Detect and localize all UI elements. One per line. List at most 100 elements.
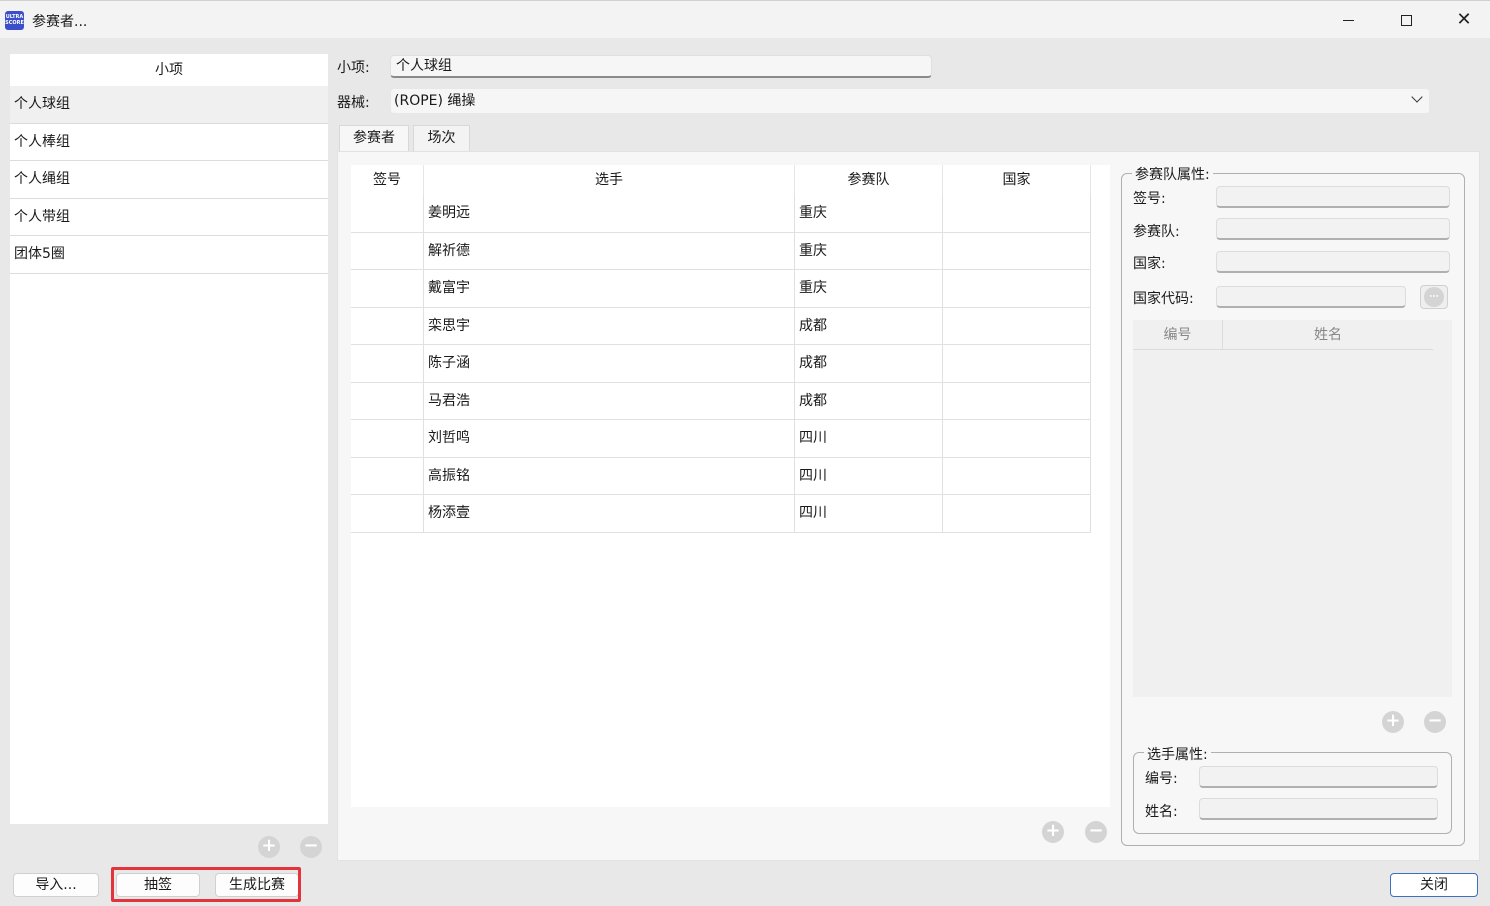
events-list-item[interactable]: 个人棒组 — [10, 123, 328, 161]
table-header: 签号 选手 参赛队 国家 — [351, 165, 1091, 195]
cell-draw-number — [351, 270, 424, 307]
maximize-button[interactable] — [1378, 1, 1434, 39]
event-name-input[interactable]: 个人球组 — [390, 55, 932, 78]
cell-draw-number — [351, 457, 424, 495]
athlete-name-label: 姓名: — [1145, 804, 1178, 820]
events-list: 小项 个人球组 个人棒组 个人绳组 个人带组 团体5圈 — [10, 54, 328, 824]
cell-team: 四川 — [795, 420, 943, 457]
cell-country — [943, 382, 1091, 420]
team-input[interactable] — [1216, 218, 1450, 240]
maximize-icon — [1400, 14, 1412, 26]
cell-draw-number — [351, 420, 424, 457]
cell-athlete: 陈子涵 — [424, 345, 795, 382]
cell-country — [943, 232, 1091, 270]
table-row[interactable]: 栾思宇 成都 — [351, 307, 1091, 345]
table-row[interactable]: 高振铭 四川 — [351, 457, 1091, 495]
column-header-member-number[interactable]: 编号 — [1133, 320, 1223, 350]
column-header-draw-number[interactable]: 签号 — [351, 165, 424, 195]
column-header-team[interactable]: 参赛队 — [795, 165, 943, 195]
add-participant-button[interactable] — [1042, 821, 1064, 843]
event-label: 小项: — [337, 60, 370, 76]
cell-team: 重庆 — [795, 270, 943, 307]
events-list-item[interactable]: 团体5圈 — [10, 236, 328, 274]
athlete-name-input[interactable] — [1199, 798, 1438, 820]
cell-team: 成都 — [795, 307, 943, 345]
table-row[interactable]: 陈子涵 成都 — [351, 345, 1091, 383]
athlete-properties-group — [1133, 752, 1452, 834]
table-row[interactable]: 刘哲鸣 四川 — [351, 420, 1091, 458]
athlete-number-input[interactable] — [1199, 766, 1438, 788]
events-list-item[interactable]: 个人绳组 — [10, 161, 328, 199]
column-header-athlete[interactable]: 选手 — [424, 165, 795, 195]
app-logo-text: ULTRA SCORE — [5, 14, 24, 26]
app-logo-icon: ULTRA SCORE — [5, 11, 24, 30]
cell-team: 重庆 — [795, 232, 943, 270]
cell-country — [943, 195, 1091, 232]
cell-athlete: 刘哲鸣 — [424, 420, 795, 457]
close-window-button[interactable]: ✕ — [1436, 1, 1490, 39]
window-title: 参赛者... — [32, 14, 88, 30]
cell-athlete: 戴富宇 — [424, 270, 795, 307]
team-label: 参赛队: — [1133, 224, 1180, 240]
athlete-properties-title: 选手属性: — [1144, 744, 1211, 764]
cell-draw-number — [351, 345, 424, 382]
table-row[interactable]: 姜明远 重庆 — [351, 195, 1091, 233]
tab-sessions[interactable]: 场次 — [413, 125, 470, 152]
country-code-browse-button[interactable] — [1420, 285, 1448, 309]
events-list-item[interactable]: 个人带组 — [10, 198, 328, 236]
events-list-item[interactable]: 个人球组 — [10, 86, 328, 124]
draw-number-input[interactable] — [1216, 186, 1450, 208]
cell-draw-number — [351, 382, 424, 420]
remove-event-button[interactable] — [300, 836, 322, 858]
apparatus-select[interactable]: (ROPE) 绳操 — [390, 88, 1430, 114]
athlete-number-label: 编号: — [1145, 771, 1178, 787]
cell-team: 成都 — [795, 345, 943, 382]
add-event-button[interactable] — [258, 836, 280, 858]
apparatus-value: (ROPE) 绳操 — [394, 93, 476, 109]
events-list-header: 小项 — [10, 54, 328, 86]
close-button[interactable]: 关闭 — [1390, 873, 1478, 897]
annotation-highlight-box — [111, 867, 301, 902]
cell-draw-number — [351, 232, 424, 270]
cell-athlete: 马君浩 — [424, 382, 795, 420]
title-bar: ULTRA SCORE 参赛者... ✕ — [0, 0, 1490, 38]
table-row[interactable]: 解祈德 重庆 — [351, 232, 1091, 270]
cell-draw-number — [351, 495, 424, 532]
cell-team: 成都 — [795, 382, 943, 420]
cell-country — [943, 420, 1091, 457]
cell-country — [943, 495, 1091, 532]
cell-athlete: 姜明远 — [424, 195, 795, 232]
country-label: 国家: — [1133, 256, 1166, 272]
cell-team: 四川 — [795, 457, 943, 495]
cell-athlete: 杨添壹 — [424, 495, 795, 532]
cell-team: 四川 — [795, 495, 943, 532]
cell-draw-number — [351, 195, 424, 232]
cell-country — [943, 457, 1091, 495]
close-icon: ✕ — [1456, 9, 1472, 30]
minimize-icon — [1342, 19, 1354, 21]
table-row[interactable]: 杨添壹 四川 — [351, 495, 1091, 533]
cell-country — [943, 345, 1091, 382]
country-code-input[interactable] — [1216, 286, 1406, 308]
members-header-divider — [1133, 349, 1433, 350]
participants-table: 签号 选手 参赛队 国家 姜明远 重庆 解祈德 重庆 戴富宇 重庆 栾思宇 成都… — [351, 165, 1110, 807]
column-header-country[interactable]: 国家 — [943, 165, 1091, 195]
tab-participants[interactable]: 参赛者 — [339, 125, 409, 152]
team-properties-title: 参赛队属性: — [1132, 164, 1213, 184]
table-row[interactable]: 戴富宇 重庆 — [351, 270, 1091, 308]
draw-number-label: 签号: — [1133, 191, 1166, 207]
remove-member-button[interactable] — [1424, 711, 1446, 733]
country-input[interactable] — [1216, 251, 1450, 273]
cell-draw-number — [351, 307, 424, 345]
import-button[interactable]: 导入... — [13, 873, 99, 897]
minimize-button[interactable] — [1320, 1, 1376, 39]
column-header-member-name[interactable]: 姓名 — [1223, 320, 1433, 350]
remove-participant-button[interactable] — [1085, 821, 1107, 843]
cell-team: 重庆 — [795, 195, 943, 232]
more-icon — [1424, 287, 1444, 307]
add-member-button[interactable] — [1382, 711, 1404, 733]
cell-athlete: 栾思宇 — [424, 307, 795, 345]
table-row[interactable]: 马君浩 成都 — [351, 382, 1091, 420]
cell-athlete: 高振铭 — [424, 457, 795, 495]
chevron-down-icon — [1411, 91, 1423, 103]
